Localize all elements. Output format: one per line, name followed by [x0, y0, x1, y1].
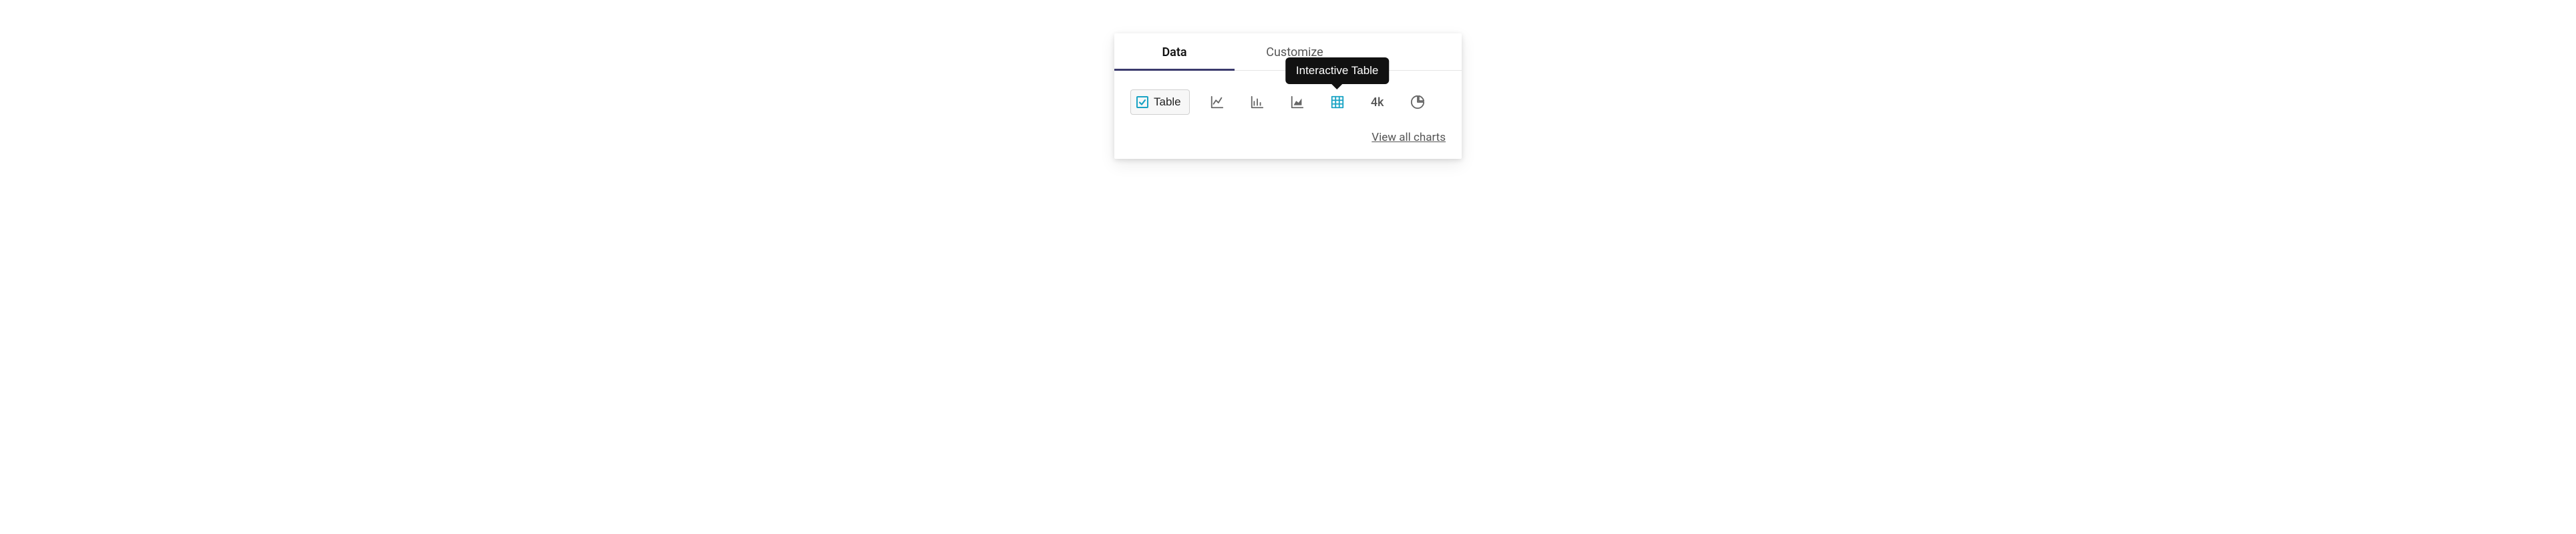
chart-picker-panel: Data Customize Table	[1114, 33, 1462, 159]
bar-chart-icon	[1250, 95, 1265, 109]
chart-type-row: Table Interactive Table 4	[1114, 71, 1462, 121]
chart-type-scorecard[interactable]: 4k	[1365, 89, 1390, 115]
chart-type-table[interactable]: Table	[1130, 89, 1190, 115]
tab-label: Customize	[1266, 45, 1323, 59]
view-all-charts-link[interactable]: View all charts	[1372, 131, 1446, 144]
chart-type-label: Table	[1154, 95, 1181, 109]
pie-chart-icon	[1410, 95, 1425, 109]
link-text: View all charts	[1372, 131, 1446, 144]
tab-customize[interactable]: Customize	[1235, 33, 1355, 70]
checkbox-icon	[1136, 96, 1148, 108]
chart-type-line[interactable]	[1204, 89, 1230, 115]
scorecard-label: 4k	[1371, 95, 1384, 109]
tab-label: Data	[1162, 45, 1186, 59]
area-chart-icon	[1290, 95, 1305, 109]
tabs: Data Customize	[1114, 33, 1462, 71]
grid-icon	[1330, 95, 1345, 109]
chart-type-bar[interactable]	[1245, 89, 1270, 115]
line-chart-icon	[1210, 95, 1225, 109]
chart-type-interactive-table[interactable]: Interactive Table	[1325, 89, 1350, 115]
tab-data[interactable]: Data	[1114, 33, 1235, 70]
chart-type-pie[interactable]	[1405, 89, 1430, 115]
footer: View all charts	[1114, 121, 1462, 159]
chart-type-area[interactable]	[1285, 89, 1310, 115]
